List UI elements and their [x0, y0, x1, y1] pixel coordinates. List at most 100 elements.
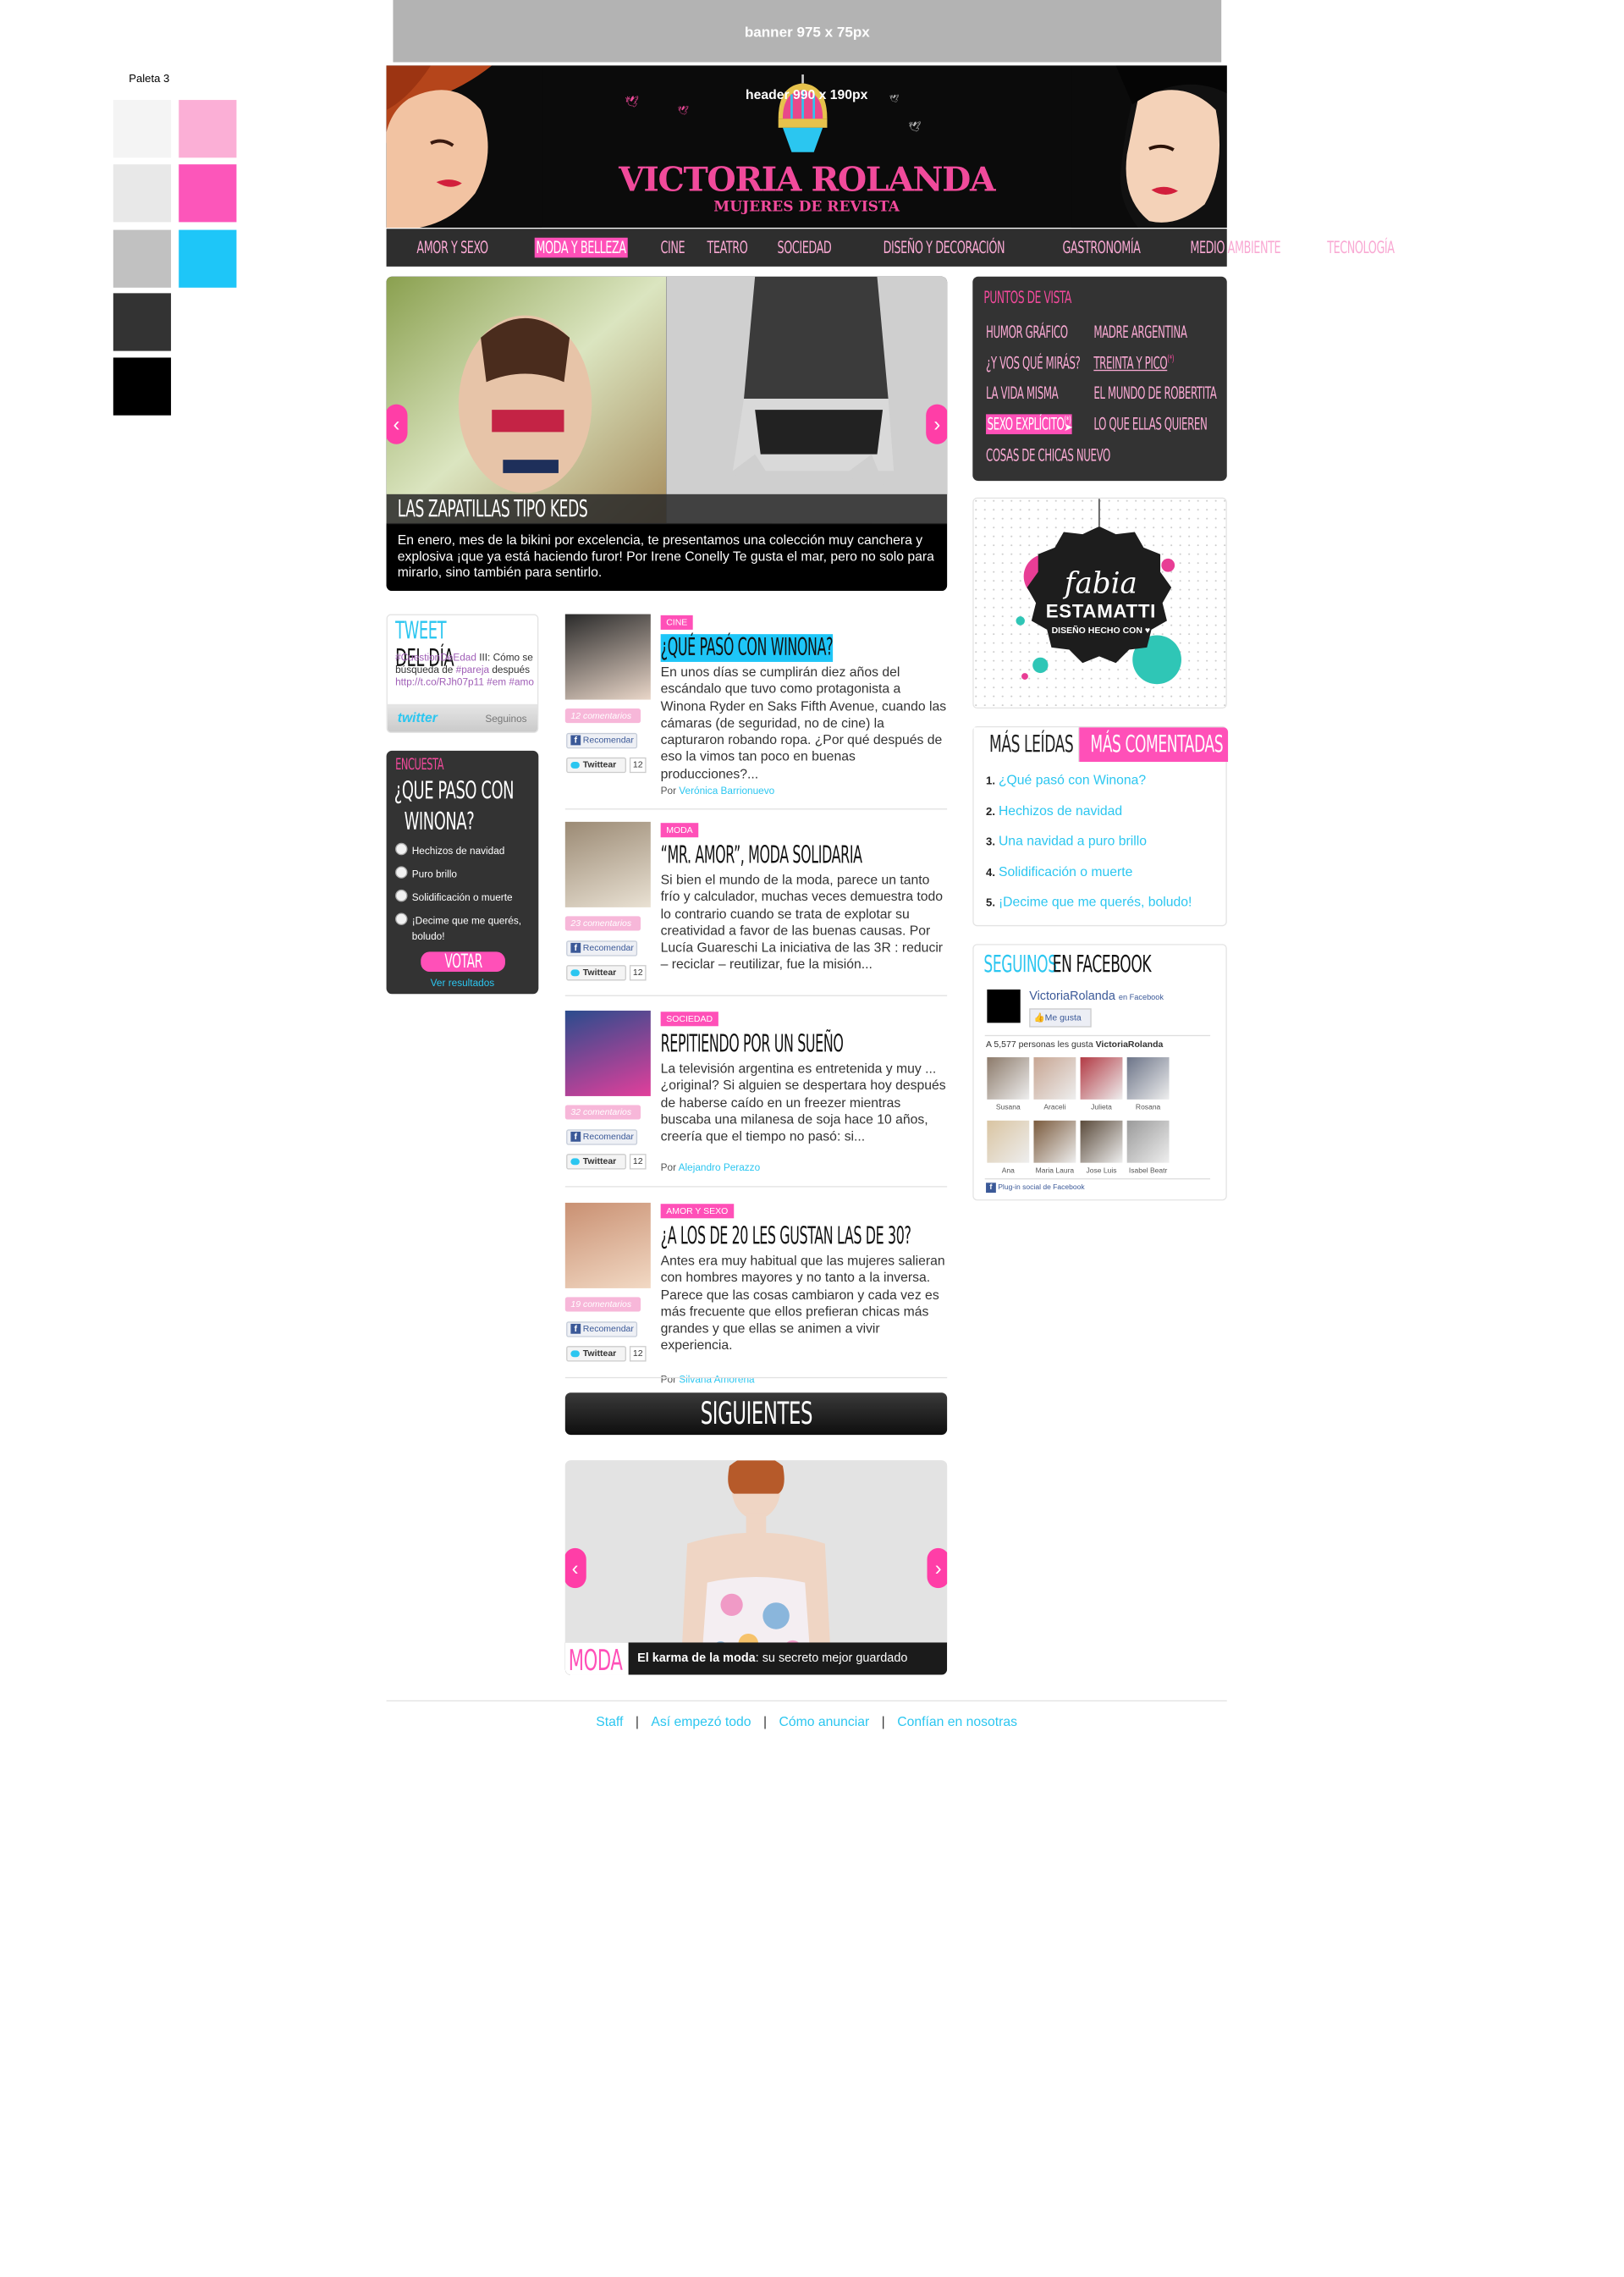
chevron-left-icon: ‹: [571, 1556, 579, 1580]
ranking-item[interactable]: 4. Solidificación o muerte: [986, 863, 1225, 894]
banner-placeholder[interactable]: banner 975 x 75px: [393, 0, 1222, 63]
puntos-link[interactable]: LO QUE ELLAS QUIEREN: [1093, 414, 1207, 434]
tweet-hashtag[interactable]: #pareja: [456, 664, 489, 675]
fb-fan-name[interactable]: Rosana: [1125, 1104, 1171, 1111]
nav-item[interactable]: CINE: [659, 238, 686, 258]
fb-recommend-button[interactable]: Recomendar: [566, 940, 638, 957]
fb-fan-name[interactable]: Maria Laura: [1032, 1167, 1078, 1175]
siguientes-prev-button[interactable]: ‹: [564, 1547, 586, 1589]
tab-mas-leidas[interactable]: MÁS LEÍDAS: [973, 727, 1080, 763]
puntos-link[interactable]: LA VIDA MISMA: [986, 383, 1059, 404]
ranking-item[interactable]: 5. ¡Decime que me querés, boludo!: [986, 894, 1225, 924]
fb-page-name[interactable]: VictoriaRolanda: [1029, 990, 1115, 1003]
page-avatar[interactable]: [987, 989, 1021, 1023]
fb-like-button[interactable]: 👍 Me gusta: [1029, 1008, 1092, 1028]
fb-recommend-button[interactable]: Recomendar: [566, 1321, 638, 1337]
radio-button[interactable]: [395, 889, 408, 902]
fb-fan-name[interactable]: Julieta: [1078, 1104, 1125, 1111]
article-title[interactable]: ¿A LOS DE 20 LES GUSTAN LAS DE 30?: [661, 1223, 911, 1251]
slide-title-bar[interactable]: LAS ZAPATILLAS TIPO KEDS: [386, 493, 948, 525]
article-thumbnail[interactable]: [564, 1010, 651, 1096]
tab-mas-comentadas[interactable]: MÁS COMENTADAS: [1079, 727, 1229, 763]
puntos-link[interactable]: COSAS DE CHICAS NUEVO: [986, 445, 1110, 466]
fb-fan-avatar[interactable]: [987, 1120, 1030, 1163]
fb-fan-avatar[interactable]: [1126, 1057, 1170, 1100]
comments-count[interactable]: 12 comentarios: [564, 708, 641, 724]
fb-recommend-button[interactable]: Recomendar: [566, 732, 638, 749]
footer-link[interactable]: Cómo anunciar: [779, 1713, 869, 1728]
slider-next-button[interactable]: ›: [926, 404, 948, 444]
puntos-link[interactable]: TREINTA Y PICO(*): [1093, 353, 1174, 373]
slider-prev-button[interactable]: ‹: [386, 404, 408, 444]
ranking-item[interactable]: 2. Hechizos de navidad: [986, 802, 1225, 833]
ad-fabia-estamatti[interactable]: fabia ESTAMATTI DISEÑO HECHO CON ♥: [972, 497, 1227, 709]
footer-link[interactable]: Confían en nosotras: [897, 1713, 1017, 1728]
article-category-tag[interactable]: SOCIEDAD: [660, 1012, 718, 1027]
fb-recommend-button[interactable]: Recomendar: [566, 1129, 638, 1145]
tweet-button[interactable]: Twittear: [566, 757, 626, 774]
article-category-tag[interactable]: MODA: [660, 823, 699, 838]
article-thumbnail[interactable]: [564, 614, 651, 700]
fb-fan-avatar[interactable]: [1033, 1120, 1076, 1163]
author-link[interactable]: Silvana Amorena: [679, 1374, 754, 1385]
puntos-link[interactable]: SEXO EXPLÍCITO(*): [986, 414, 1072, 434]
fb-fan-avatar[interactable]: [1033, 1057, 1076, 1100]
footer-link[interactable]: Así empezó todo: [651, 1713, 751, 1728]
nav-item[interactable]: GASTRONOMÍA: [1061, 238, 1142, 258]
siguientes-header[interactable]: SIGUIENTES: [564, 1392, 948, 1436]
fb-fan-name[interactable]: Ana: [985, 1167, 1032, 1175]
siguientes-caption[interactable]: MODA El karma de la moda: su secreto mej…: [564, 1642, 948, 1675]
siguientes-next-button[interactable]: ›: [927, 1547, 948, 1589]
ranking-item[interactable]: 1. ¿Qué pasó con Winona?: [986, 772, 1225, 802]
nav-item[interactable]: SOCIEDAD: [776, 238, 833, 258]
article-title[interactable]: REPITIENDO POR UN SUEÑO: [661, 1031, 844, 1059]
twitter-logo[interactable]: twitter: [398, 709, 438, 725]
fb-fan-avatar[interactable]: [1080, 1120, 1123, 1163]
fb-fan-name[interactable]: Isabel Beatr: [1125, 1167, 1171, 1175]
radio-button[interactable]: [395, 912, 408, 925]
footer-link[interactable]: Staff: [596, 1713, 623, 1728]
nav-item[interactable]: MODA Y BELLEZA: [534, 237, 627, 258]
comments-count[interactable]: 32 comentarios: [564, 1105, 641, 1120]
nav-item[interactable]: DISEÑO Y DECORACIÓN: [882, 238, 1006, 258]
fb-plugin-line[interactable]: f Plug-in social de Facebook: [986, 1183, 1085, 1194]
author-link[interactable]: Alejandro Perazzo: [679, 1161, 760, 1172]
tweet-hashtag[interactable]: #CuestionDeEdad: [395, 652, 476, 663]
tweet-button[interactable]: Twittear: [566, 965, 626, 981]
tweet-link[interactable]: http://t.co/RJh07p11 #em #amo: [395, 676, 534, 687]
tweet-button[interactable]: Twittear: [566, 1346, 626, 1362]
article-thumbnail[interactable]: [564, 1202, 651, 1288]
tweet-follow-link[interactable]: Seguinos: [485, 713, 526, 724]
author-link[interactable]: Verónica Barrionuevo: [679, 786, 774, 797]
article-title[interactable]: ¿QUÉ PASÓ CON WINONA?: [660, 634, 833, 662]
nav-item[interactable]: MEDIO AMBIENTE: [1189, 238, 1282, 258]
puntos-link[interactable]: HUMOR GRÁFICO: [986, 322, 1068, 342]
puntos-link[interactable]: ¿Y VOS QUÉ MIRÁS?: [986, 353, 1081, 373]
fb-fan-avatar[interactable]: [1126, 1120, 1170, 1163]
comments-count[interactable]: 19 comentarios: [564, 1297, 641, 1312]
fb-fan-avatar[interactable]: [1080, 1057, 1123, 1100]
article-thumbnail[interactable]: [564, 821, 651, 907]
fb-fan-name[interactable]: Jose Luis: [1078, 1167, 1125, 1175]
site-header[interactable]: header 990 x 190px VICTORIA ROLANDA MUJE…: [386, 65, 1227, 228]
radio-button[interactable]: [395, 842, 408, 856]
article-category-tag[interactable]: CINE: [660, 615, 693, 630]
tweet-button[interactable]: Twittear: [566, 1154, 626, 1170]
nav-item[interactable]: TEATRO: [706, 238, 749, 258]
fb-fan-name[interactable]: Araceli: [1032, 1104, 1078, 1111]
puntos-link[interactable]: EL MUNDO DE ROBERTITA: [1093, 383, 1217, 404]
article-category-tag[interactable]: AMOR Y SEXO: [660, 1204, 734, 1219]
fb-fan-name[interactable]: Susana: [985, 1104, 1032, 1111]
view-results-link[interactable]: Ver resultados: [387, 978, 539, 989]
fb-fan-avatar[interactable]: [987, 1057, 1030, 1100]
featured-slider[interactable]: LAS ZAPATILLAS TIPO KEDS En enero, mes d…: [386, 276, 948, 591]
vote-button[interactable]: VOTAR: [421, 951, 505, 972]
nav-item[interactable]: TECNOLOGÍA: [1326, 238, 1396, 258]
siguientes-slider[interactable]: ‹ › MODA El karma de la moda: su secreto…: [564, 1460, 948, 1675]
comments-count[interactable]: 23 comentarios: [564, 916, 641, 931]
puntos-link[interactable]: MADRE ARGENTINA: [1093, 322, 1187, 342]
nav-item[interactable]: AMOR Y SEXO: [416, 238, 490, 258]
article-title[interactable]: “MR. AMOR”, MODA SOLIDARIA: [661, 841, 862, 869]
ranking-item[interactable]: 3. Una navidad a puro brillo: [986, 833, 1225, 863]
radio-button[interactable]: [395, 866, 408, 879]
